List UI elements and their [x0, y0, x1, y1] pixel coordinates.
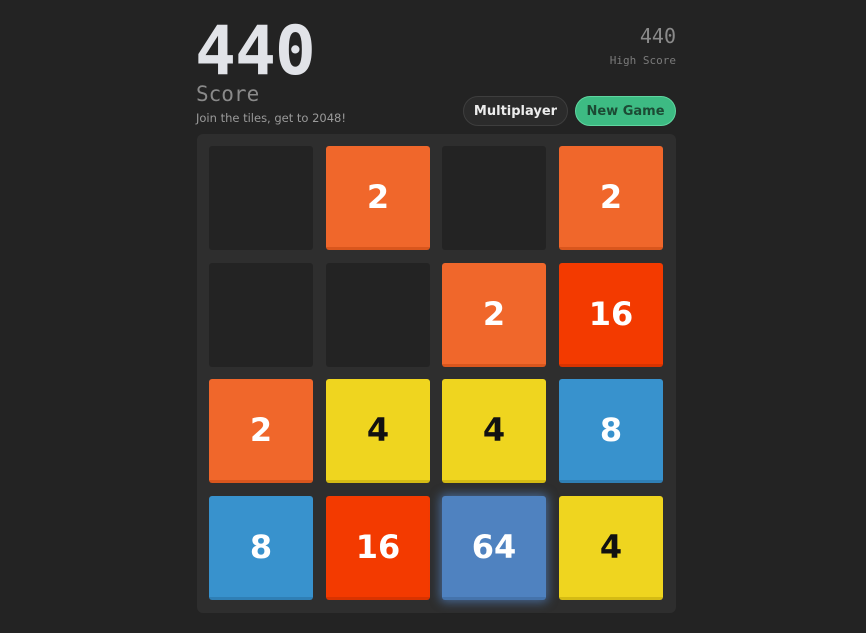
empty-cell	[326, 263, 430, 367]
tile-2: 2	[209, 379, 313, 483]
tile-16: 16	[326, 496, 430, 600]
tile-16: 16	[559, 263, 663, 367]
tile-2: 2	[326, 146, 430, 250]
new-game-button[interactable]: New Game	[575, 96, 676, 126]
tile-4: 4	[326, 379, 430, 483]
high-score-label: High Score	[609, 54, 676, 67]
tile-8: 8	[559, 379, 663, 483]
game-board: 2 2 2 16 2 4 4 8 8 16 64 4	[197, 134, 676, 613]
tile-8: 8	[209, 496, 313, 600]
tile-4: 4	[559, 496, 663, 600]
tile-2: 2	[559, 146, 663, 250]
empty-cell	[209, 263, 313, 367]
score-value: 440	[195, 12, 316, 91]
tile-4: 4	[442, 379, 546, 483]
tile-64: 64	[442, 496, 546, 600]
multiplayer-button[interactable]: Multiplayer	[463, 96, 568, 126]
subtitle: Join the tiles, get to 2048!	[196, 111, 346, 125]
empty-cell	[209, 146, 313, 250]
tile-2: 2	[442, 263, 546, 367]
empty-cell	[442, 146, 546, 250]
score-label: Score	[196, 82, 260, 106]
high-score-value: 440	[639, 24, 676, 48]
